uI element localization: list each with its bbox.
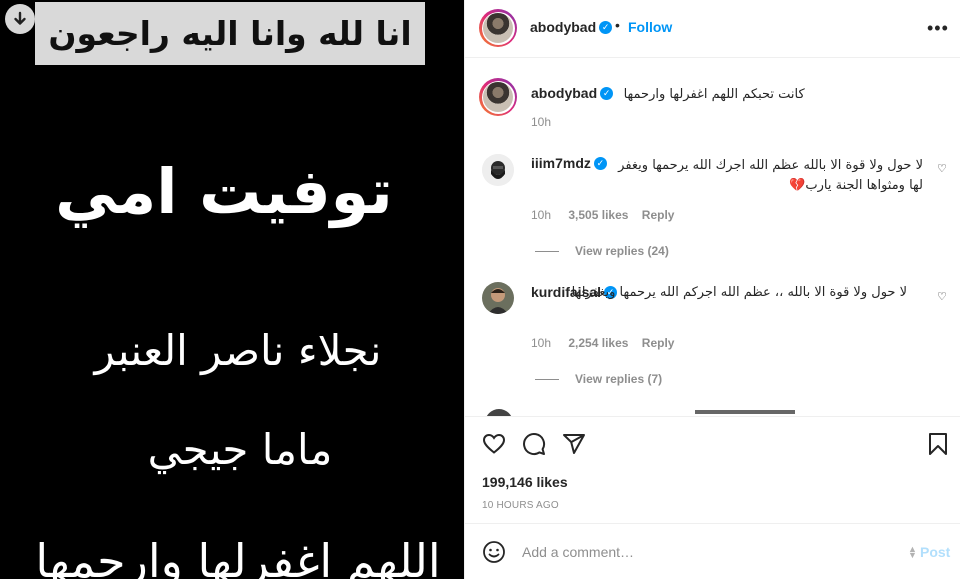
comments-list: abodybad ✓ كانت تحبكم اللهم اغفرلها وارحم… bbox=[465, 58, 960, 416]
comment-meta: 10h 2,254 likes Reply bbox=[531, 336, 674, 350]
comment-avatar[interactable] bbox=[482, 154, 514, 186]
post-actions: 199,146 likes 10 HOURS AGO bbox=[465, 416, 960, 523]
header-separator: • bbox=[615, 17, 620, 33]
comment-box: Add a comment… ▲ ▼ Post bbox=[465, 523, 960, 579]
author-name-wrap: abodybad ✓ bbox=[530, 19, 613, 37]
comment-text: لا حول ولا قوة الا بالله ،، عظم الله اجر… bbox=[571, 285, 907, 300]
share-icon[interactable] bbox=[562, 432, 586, 456]
post-details-panel: abodybad ✓ • Follow ••• abodybad ✓ كانت تح… bbox=[464, 0, 960, 579]
view-replies-button[interactable]: View replies (24) bbox=[535, 244, 669, 258]
more-options-icon[interactable]: ••• bbox=[927, 18, 949, 39]
caption-time: 10h bbox=[531, 115, 552, 129]
author-username[interactable]: abodybad bbox=[530, 19, 596, 35]
divider-line bbox=[535, 251, 559, 253]
download-button[interactable] bbox=[5, 4, 35, 34]
verified-icon: ✓ bbox=[600, 87, 614, 101]
caption-username[interactable]: abodybad bbox=[531, 85, 597, 101]
image-banner-text: انا لله وانا اليه راجعون bbox=[35, 2, 425, 65]
divider-line bbox=[535, 379, 559, 381]
view-replies-button[interactable]: View replies (7) bbox=[535, 372, 662, 386]
emoji-icon[interactable] bbox=[482, 540, 506, 564]
comment-likes[interactable]: 3,505 likes bbox=[568, 208, 628, 222]
view-replies-label: View replies (24) bbox=[575, 244, 669, 258]
resize-icon: ▲ ▼ bbox=[908, 544, 917, 560]
comment-time: 10h bbox=[531, 208, 552, 222]
heart-icon[interactable] bbox=[482, 432, 506, 456]
comment-input[interactable]: Add a comment… bbox=[522, 544, 634, 560]
verified-icon: ✓ bbox=[599, 21, 613, 35]
post-time: 10 HOURS AGO bbox=[482, 500, 559, 511]
comment-text: لا حول ولا قوة الا بالله عظم الله اجرك ا… bbox=[618, 158, 923, 193]
likes-count[interactable]: 199,146 likes bbox=[482, 474, 568, 490]
like-comment-icon[interactable]: ♡ bbox=[937, 162, 947, 175]
comment-icon[interactable] bbox=[522, 432, 546, 456]
user-photo-icon bbox=[482, 282, 514, 314]
comment-time: 10h bbox=[531, 336, 552, 350]
post-button[interactable]: Post bbox=[920, 544, 950, 560]
bookmark-icon[interactable] bbox=[927, 432, 949, 456]
image-line-4: اللهم اغفرلها وارحمها bbox=[35, 534, 441, 579]
author-avatar[interactable] bbox=[479, 9, 517, 47]
image-line-1: توفيت امي bbox=[55, 155, 393, 228]
post-image: انا لله وانا اليه راجعون توفيت امي نجلاء… bbox=[0, 0, 464, 579]
view-replies-label: View replies (7) bbox=[575, 372, 663, 386]
reply-button[interactable]: Reply bbox=[642, 208, 675, 222]
image-line-2: نجلاء ناصر العنبر bbox=[94, 326, 382, 375]
arrow-down-icon bbox=[14, 11, 26, 25]
reply-button[interactable]: Reply bbox=[642, 336, 675, 350]
follow-button[interactable]: Follow bbox=[628, 19, 672, 35]
image-line-3: ماما جيجي bbox=[147, 425, 333, 474]
caption-text: كانت تحبكم اللهم اغفرلها وارحمها bbox=[623, 87, 805, 102]
user-photo-icon bbox=[482, 154, 514, 186]
caption-row: abodybad ✓ كانت تحبكم اللهم اغفرلها وارحم… bbox=[531, 85, 805, 103]
comment-likes[interactable]: 2,254 likes bbox=[568, 336, 628, 350]
like-comment-icon[interactable]: ♡ bbox=[937, 290, 947, 303]
partial-comment-text bbox=[695, 410, 795, 414]
comment-avatar bbox=[485, 409, 513, 416]
comment-avatar[interactable] bbox=[482, 282, 514, 314]
post-header: abodybad ✓ • Follow ••• bbox=[465, 0, 960, 58]
caption-avatar[interactable] bbox=[479, 78, 517, 116]
comment-meta: 10h 3,505 likes Reply bbox=[531, 208, 674, 222]
